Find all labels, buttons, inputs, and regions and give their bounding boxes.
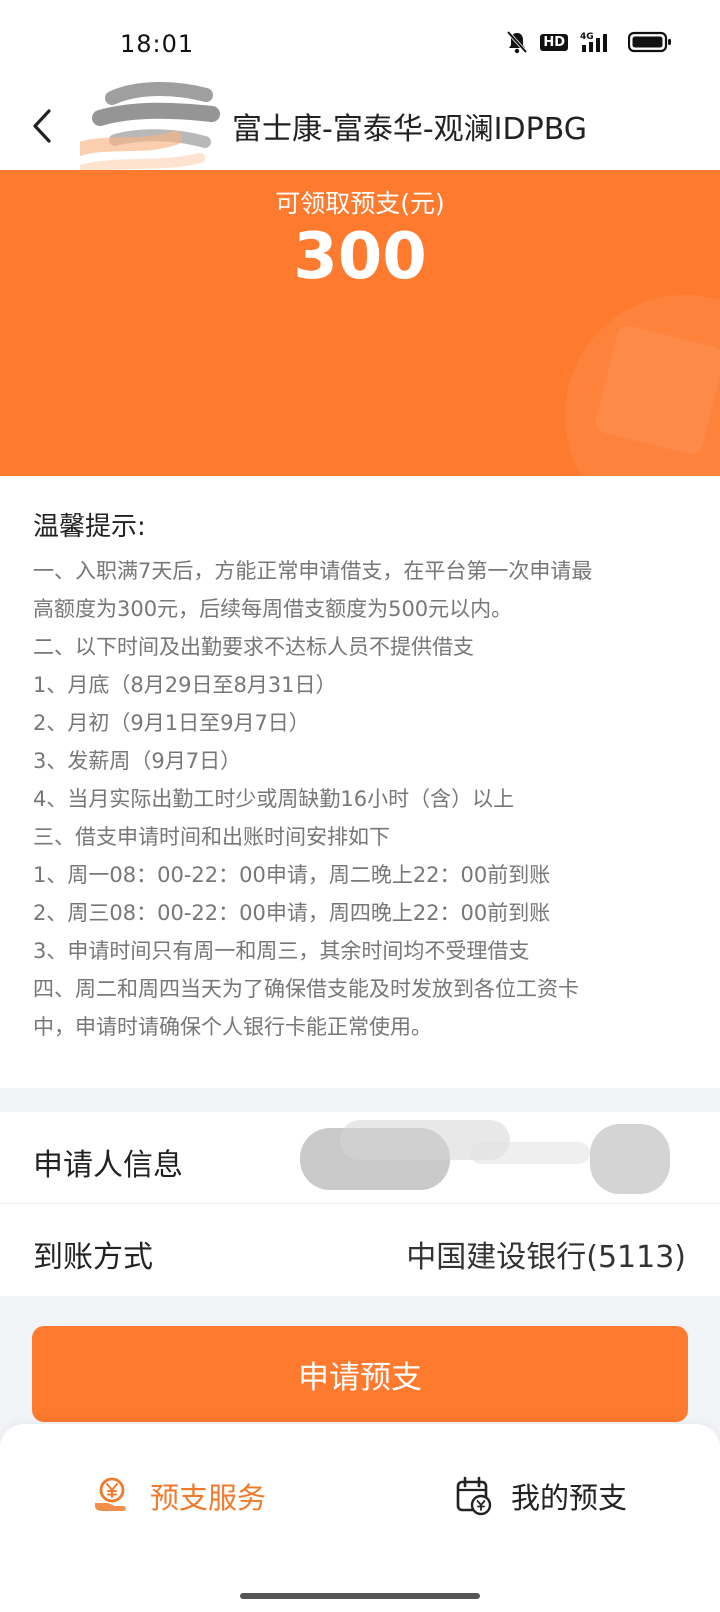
status-bar: 18:01 HD 4G xyxy=(0,0,720,90)
tip-line: 一、入职满7天后，方能正常申请借支，在平台第一次申请最 xyxy=(33,559,593,583)
bottom-tab-bar: 预支服务 我的预支 xyxy=(0,1424,720,1612)
tips-title: 温馨提示: xyxy=(33,512,146,542)
tip-line: 2、周三08：00-22：00申请，周四晚上22：00前到账 xyxy=(33,901,551,925)
tab-advance-service[interactable]: 预支服务 xyxy=(92,1466,266,1526)
tip-line: 中，申请时请确保个人银行卡能正常使用。 xyxy=(33,1015,432,1039)
tip-line: 三、借支申请时间和出账时间安排如下 xyxy=(33,825,390,849)
tip-line: 1、月底（8月29日至8月31日） xyxy=(33,673,337,697)
tab-my-advance-label: 我的预支 xyxy=(511,1481,628,1515)
applicant-info-label: 申请人信息 xyxy=(33,1148,183,1183)
advance-amount-card: 可领取预支(元) 300 xyxy=(0,170,720,476)
home-indicator[interactable] xyxy=(240,1593,480,1599)
tip-line: 高额度为300元，后续每周借支额度为500元以内。 xyxy=(33,597,513,621)
applicant-info-row[interactable]: 申请人信息 xyxy=(0,1112,720,1204)
yuan-coin-hand-icon xyxy=(92,1476,132,1516)
tip-line: 1、周一08：00-22：00申请，周二晚上22：00前到账 xyxy=(33,863,551,887)
status-icons: HD 4G xyxy=(506,30,672,54)
tip-line: 3、发薪周（9月7日） xyxy=(33,749,242,773)
payment-method-label: 到账方式 xyxy=(33,1240,153,1275)
tips-section: 温馨提示: 一、入职满7天后，方能正常申请借支，在平台第一次申请最 高额度为30… xyxy=(0,476,720,1088)
tip-line: 二、以下时间及出勤要求不达标人员不提供借支 xyxy=(33,635,474,659)
tips-list: 一、入职满7天后，方能正常申请借支，在平台第一次申请最 高额度为300元，后续每… xyxy=(33,552,688,1046)
status-time: 18:01 xyxy=(120,30,195,58)
redacted-applicant-info xyxy=(300,1120,690,1200)
tab-advance-service-label: 预支服务 xyxy=(150,1481,267,1515)
tab-my-advance[interactable]: 我的预支 xyxy=(455,1466,627,1526)
coin-decoration xyxy=(565,295,720,476)
calendar-yuan-icon xyxy=(455,1476,493,1516)
payment-method-value: 中国建设银行(5113) xyxy=(406,1240,686,1275)
page-title: 富士康-富泰华-观澜IDPBG xyxy=(232,112,587,147)
payment-method-row[interactable]: 到账方式 中国建设银行(5113) xyxy=(0,1204,720,1296)
signal-icon: 4G xyxy=(580,30,616,54)
tip-line: 4、当月实际出勤工时少或周缺勤16小时（含）以上 xyxy=(33,787,515,811)
apply-advance-button[interactable]: 申请预支 xyxy=(32,1326,688,1422)
hd-badge: HD xyxy=(540,33,568,51)
tip-line: 四、周二和周四当天为了确保借支能及时发放到各位工资卡 xyxy=(33,977,579,1001)
available-advance-amount: 300 xyxy=(293,220,427,294)
tip-line: 2、月初（9月1日至9月7日） xyxy=(33,711,310,735)
bell-muted-icon xyxy=(506,30,528,54)
network-label: 4G xyxy=(580,32,594,42)
chevron-left-icon xyxy=(31,108,53,148)
back-button[interactable] xyxy=(22,108,62,148)
battery-icon xyxy=(628,31,672,53)
tip-line: 3、申请时间只有周一和周三，其余时间均不受理借支 xyxy=(33,939,530,963)
available-advance-label: 可领取预支(元) xyxy=(275,189,445,218)
